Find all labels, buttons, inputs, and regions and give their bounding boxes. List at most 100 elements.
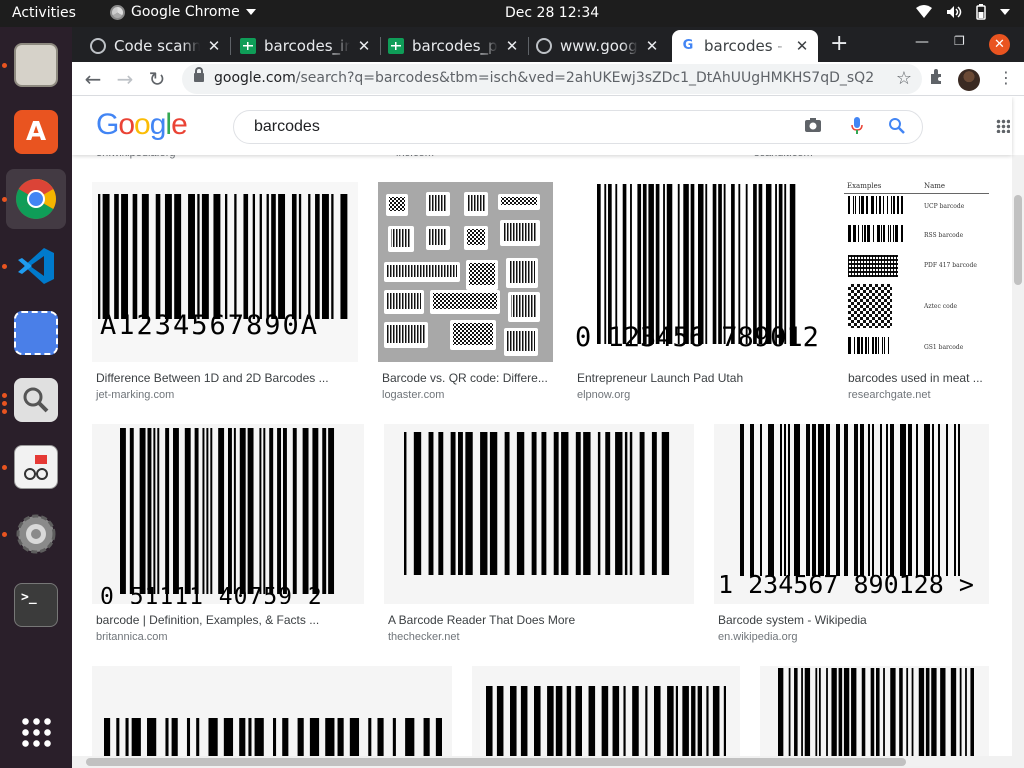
close-tab-icon[interactable]: ✕	[504, 37, 520, 55]
result-domain[interactable]: elpnow.org	[577, 389, 630, 401]
dock-document-viewer[interactable]	[6, 437, 66, 497]
barcode-labels-image	[384, 192, 540, 356]
show-applications-button[interactable]	[6, 702, 66, 762]
result-thumbnail[interactable]	[472, 666, 740, 766]
clock[interactable]: Dec 28 12:34	[505, 5, 599, 21]
scrollbar-thumb[interactable]	[1014, 195, 1022, 285]
dock-image-viewer[interactable]	[6, 370, 66, 430]
running-indicator	[2, 409, 7, 414]
table-header: Name	[924, 182, 946, 190]
result-caption[interactable]: Difference Between 1D and 2D Barcodes ..…	[96, 371, 356, 385]
gs1-barcode	[848, 337, 889, 354]
search-query[interactable]: barcodes	[254, 118, 320, 136]
result-domain[interactable]: researchgate.net	[848, 389, 931, 401]
barcode-number: 1 234567 890128 >	[718, 570, 974, 599]
lock-icon[interactable]	[194, 67, 204, 82]
maximize-button[interactable]: ❐	[954, 34, 965, 48]
extensions-icon[interactable]	[928, 68, 946, 86]
app-menu-label: Google Chrome	[131, 4, 240, 20]
close-tab-icon[interactable]: ✕	[356, 37, 372, 55]
dock-terminal[interactable]: >_	[6, 575, 66, 635]
barcode-image	[98, 194, 348, 319]
result-thumbnail[interactable]	[378, 182, 553, 362]
tab-barcodes-google[interactable]: G barcodes - G ✕	[672, 30, 818, 62]
search-icon[interactable]	[888, 117, 905, 134]
address-bar[interactable]: google.com/search?q=barcodes&tbm=isch&ve…	[182, 64, 922, 94]
tab-strip: Code scanne ✕ barcodes_in ✕ barcodes_pc …	[72, 27, 1024, 62]
result-caption[interactable]: Barcode vs. QR code: Differe...	[382, 371, 552, 385]
result-thumbnail[interactable]: Examples Name UCP barcode RSS barcode PD…	[844, 182, 989, 362]
camera-icon[interactable]	[804, 117, 822, 133]
result-caption[interactable]: Entrepreneur Launch Pad Utah	[577, 371, 822, 385]
battery-icon	[976, 4, 986, 20]
result-domain[interactable]: jet-marking.com	[96, 389, 174, 401]
tab-barcodes-pc[interactable]: barcodes_pc ✕	[380, 30, 528, 62]
tab-label: Code scanne	[114, 37, 200, 55]
dock-files[interactable]	[6, 35, 66, 95]
close-tab-icon[interactable]: ✕	[206, 37, 222, 55]
dock-settings[interactable]	[6, 504, 66, 564]
dock-software[interactable]: A	[6, 102, 66, 162]
vscode-icon	[18, 248, 54, 284]
result-thumbnail[interactable]: A1234567890A	[92, 182, 358, 362]
close-tab-icon[interactable]: ✕	[794, 37, 810, 55]
vertical-scrollbar[interactable]	[1012, 155, 1024, 768]
result-domain[interactable]: thechecker.net	[388, 631, 460, 643]
minimize-button[interactable]: —	[915, 34, 929, 50]
horizontal-scrollbar[interactable]	[72, 756, 1012, 768]
table-rule	[844, 193, 989, 194]
profile-avatar[interactable]	[958, 69, 980, 91]
result-domain[interactable]: logaster.com	[382, 389, 444, 401]
search-box[interactable]: barcodes	[233, 110, 923, 144]
barcode-number: 0 51111 40759 2	[100, 584, 323, 604]
dock-screenshot[interactable]	[6, 303, 66, 363]
result-domain[interactable]: britannica.com	[96, 631, 168, 643]
result-thumbnail[interactable]	[760, 666, 989, 766]
back-button[interactable]: ←	[80, 66, 106, 92]
activities-button[interactable]: Activities	[12, 5, 76, 21]
result-caption[interactable]: barcodes used in meat ...	[848, 371, 988, 385]
google-apps-icon[interactable]	[996, 119, 1010, 133]
running-indicator	[2, 393, 7, 398]
gear-icon	[16, 514, 56, 554]
browser-toolbar: ← → ↻ google.com/search?q=barcodes&tbm=i…	[72, 62, 1024, 96]
microphone-icon[interactable]	[851, 117, 863, 135]
url-text: google.com/search?q=barcodes&tbm=isch&ve…	[214, 70, 874, 86]
result-caption[interactable]: barcode | Definition, Examples, & Facts …	[96, 613, 362, 627]
chrome-menu-icon[interactable]: ⋮	[998, 68, 1014, 87]
google-images-page: Google barcodes en.wikipedia.org inc.com…	[72, 97, 1024, 768]
new-tab-button[interactable]: +	[830, 33, 848, 55]
bookmark-star-icon[interactable]: ☆	[896, 68, 912, 89]
tab-barcodes-in[interactable]: barcodes_in ✕	[232, 30, 380, 62]
files-icon	[14, 43, 58, 87]
sheets-icon	[240, 38, 256, 54]
software-store-icon: A	[14, 110, 58, 154]
google-icon: G	[682, 38, 694, 53]
app-menu[interactable]: Google Chrome	[110, 4, 256, 20]
dock-vscode[interactable]	[6, 236, 66, 296]
magnifier-icon	[14, 378, 58, 422]
result-thumbnail[interactable]: 0 123456 789012	[573, 182, 824, 362]
barcode-image	[597, 184, 796, 344]
result-thumbnail[interactable]	[384, 424, 694, 604]
result-thumbnail[interactable]: 0 51111 40759 2	[92, 424, 364, 604]
result-caption[interactable]: Barcode system - Wikipedia	[718, 613, 988, 627]
pdf417-barcode	[848, 255, 898, 277]
google-logo[interactable]: Google	[96, 108, 188, 142]
result-thumbnail[interactable]: 1 234567 890128 >	[714, 424, 989, 604]
system-tray[interactable]	[916, 4, 1010, 20]
dock-chrome[interactable]	[6, 169, 66, 229]
scrollbar-thumb[interactable]	[86, 758, 906, 766]
result-caption[interactable]: A Barcode Reader That Does More	[388, 613, 688, 627]
reload-button[interactable]: ↻	[144, 66, 170, 92]
tab-code-scanner[interactable]: Code scanne ✕	[82, 30, 230, 62]
result-thumbnail[interactable]	[92, 666, 452, 766]
window-close-button[interactable]: ✕	[989, 34, 1010, 55]
result-domain[interactable]: en.wikipedia.org	[718, 631, 798, 643]
tab-www-google[interactable]: www.googl ✕	[528, 30, 668, 62]
running-indicator	[2, 532, 7, 537]
running-indicator	[2, 401, 7, 406]
forward-button[interactable]: →	[112, 66, 138, 92]
globe-icon	[536, 38, 552, 54]
close-tab-icon[interactable]: ✕	[644, 37, 660, 55]
